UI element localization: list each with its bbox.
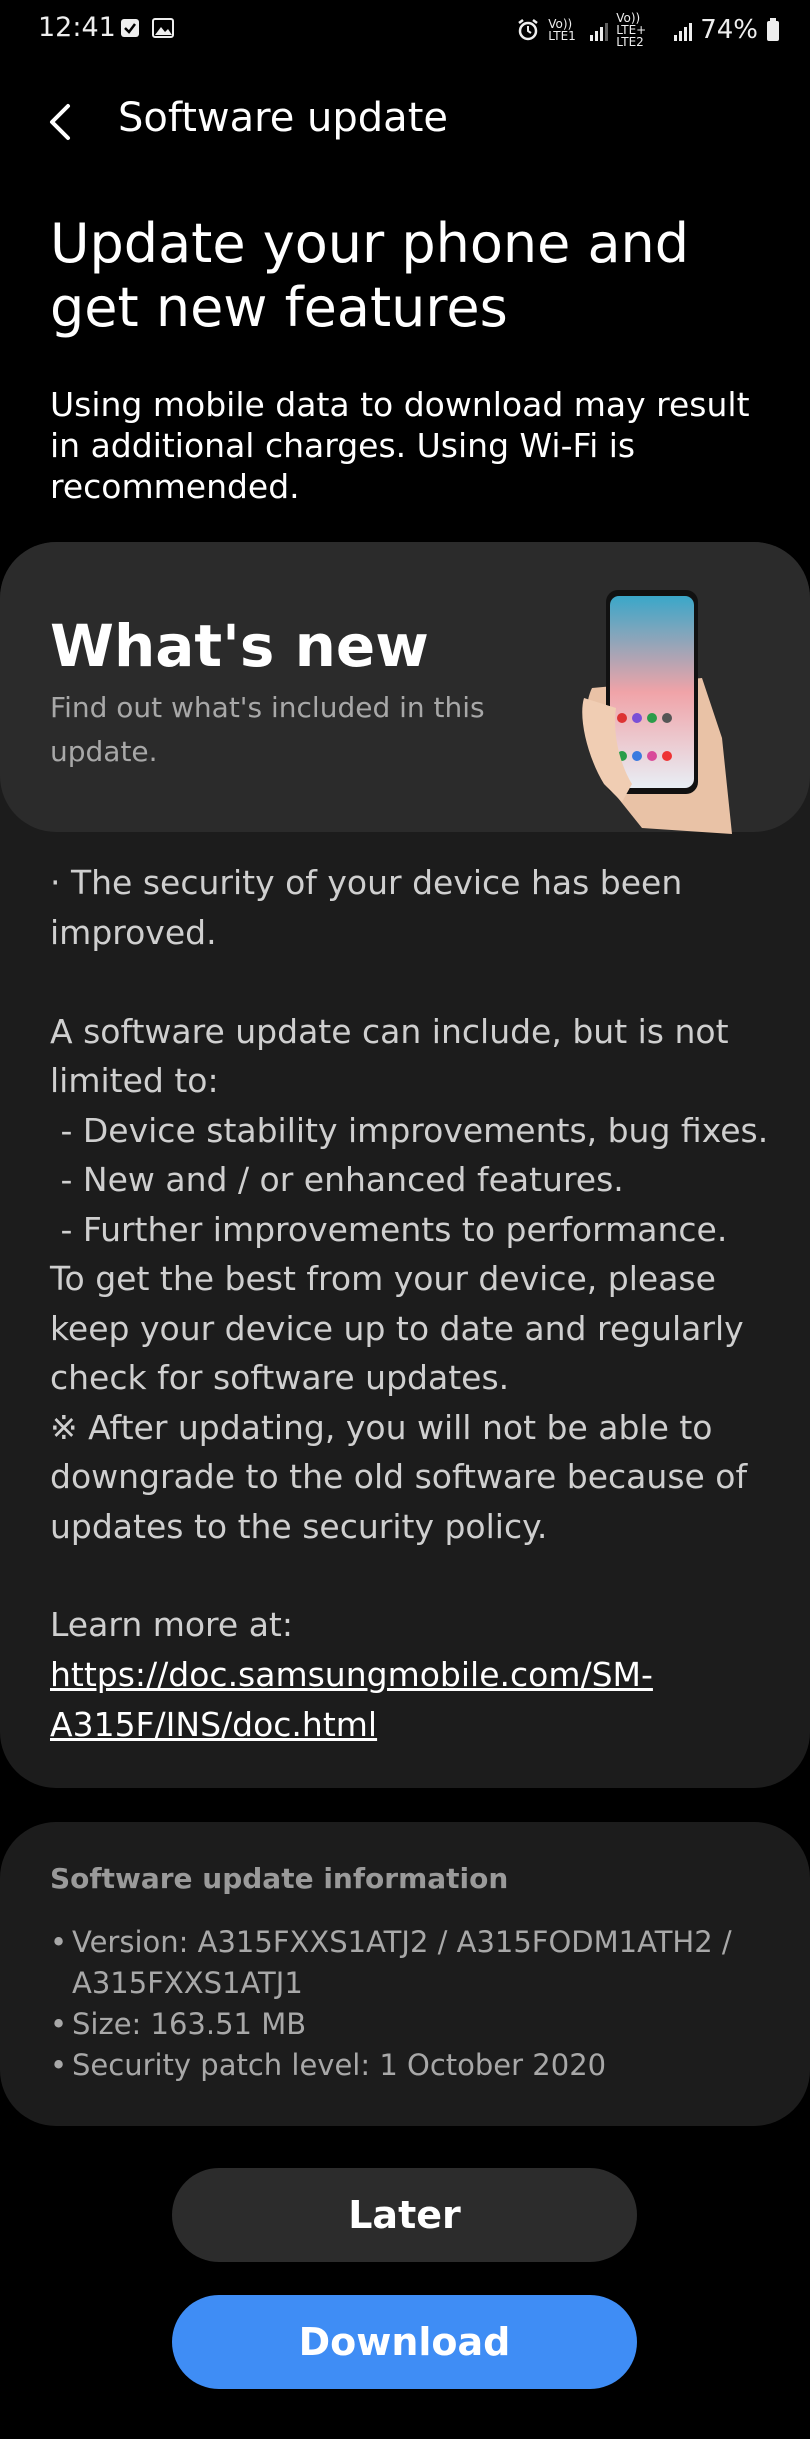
battery-percent: 74% — [700, 15, 758, 45]
sim1-signal-icon — [590, 19, 609, 41]
alarm-icon — [518, 19, 538, 41]
gallery-notification-icon — [152, 18, 174, 38]
update-headline: Update your phone and get new features — [50, 212, 690, 339]
status-time: 12:41 — [38, 12, 116, 43]
learn-more-link[interactable]: https://doc.samsungmobile.com/SM-A315F/I… — [50, 1650, 760, 1749]
checkbox-notification-icon — [121, 19, 139, 37]
mobile-data-warning: Using mobile data to download may result… — [50, 385, 750, 506]
security-patch-level: Security patch level: 1 October 2020 — [50, 2045, 770, 2086]
sim2-network-label: Vo)) LTE+ LTE2 — [616, 11, 647, 49]
update-version: Version: A315FXXS1ATJ2 / A315FODM1ATH2 /… — [50, 1922, 770, 2004]
sim2-signal-icon — [674, 19, 693, 41]
update-info-list: Version: A315FXXS1ATJ2 / A315FODM1ATH2 /… — [50, 1922, 770, 2086]
status-right: Vo)) LTE1 Vo)) LTE+ LTE2 74% — [516, 12, 780, 48]
download-button[interactable]: Download — [172, 2295, 637, 2389]
battery-icon — [767, 18, 779, 41]
phone-illustration-icon — [582, 590, 732, 834]
whats-new-title: What's new — [50, 612, 429, 680]
status-bar: 12:41 Vo)) LTE1 Vo)) LTE+ LTE2 74% — [0, 0, 810, 62]
update-size: Size: 163.51 MB — [50, 2004, 770, 2045]
learn-more-label: Learn more at: — [50, 1605, 293, 1644]
later-button[interactable]: Later — [172, 2168, 637, 2262]
whats-new-notes: · The security of your device has been i… — [50, 863, 769, 1546]
update-info-title: Software update information — [50, 1862, 509, 1895]
whats-new-subtitle: Find out what's included in this update. — [50, 691, 485, 768]
sim1-network-label: Vo)) LTE1 — [548, 17, 576, 43]
page-title: Software update — [118, 95, 448, 141]
back-arrow-icon[interactable] — [44, 102, 80, 142]
